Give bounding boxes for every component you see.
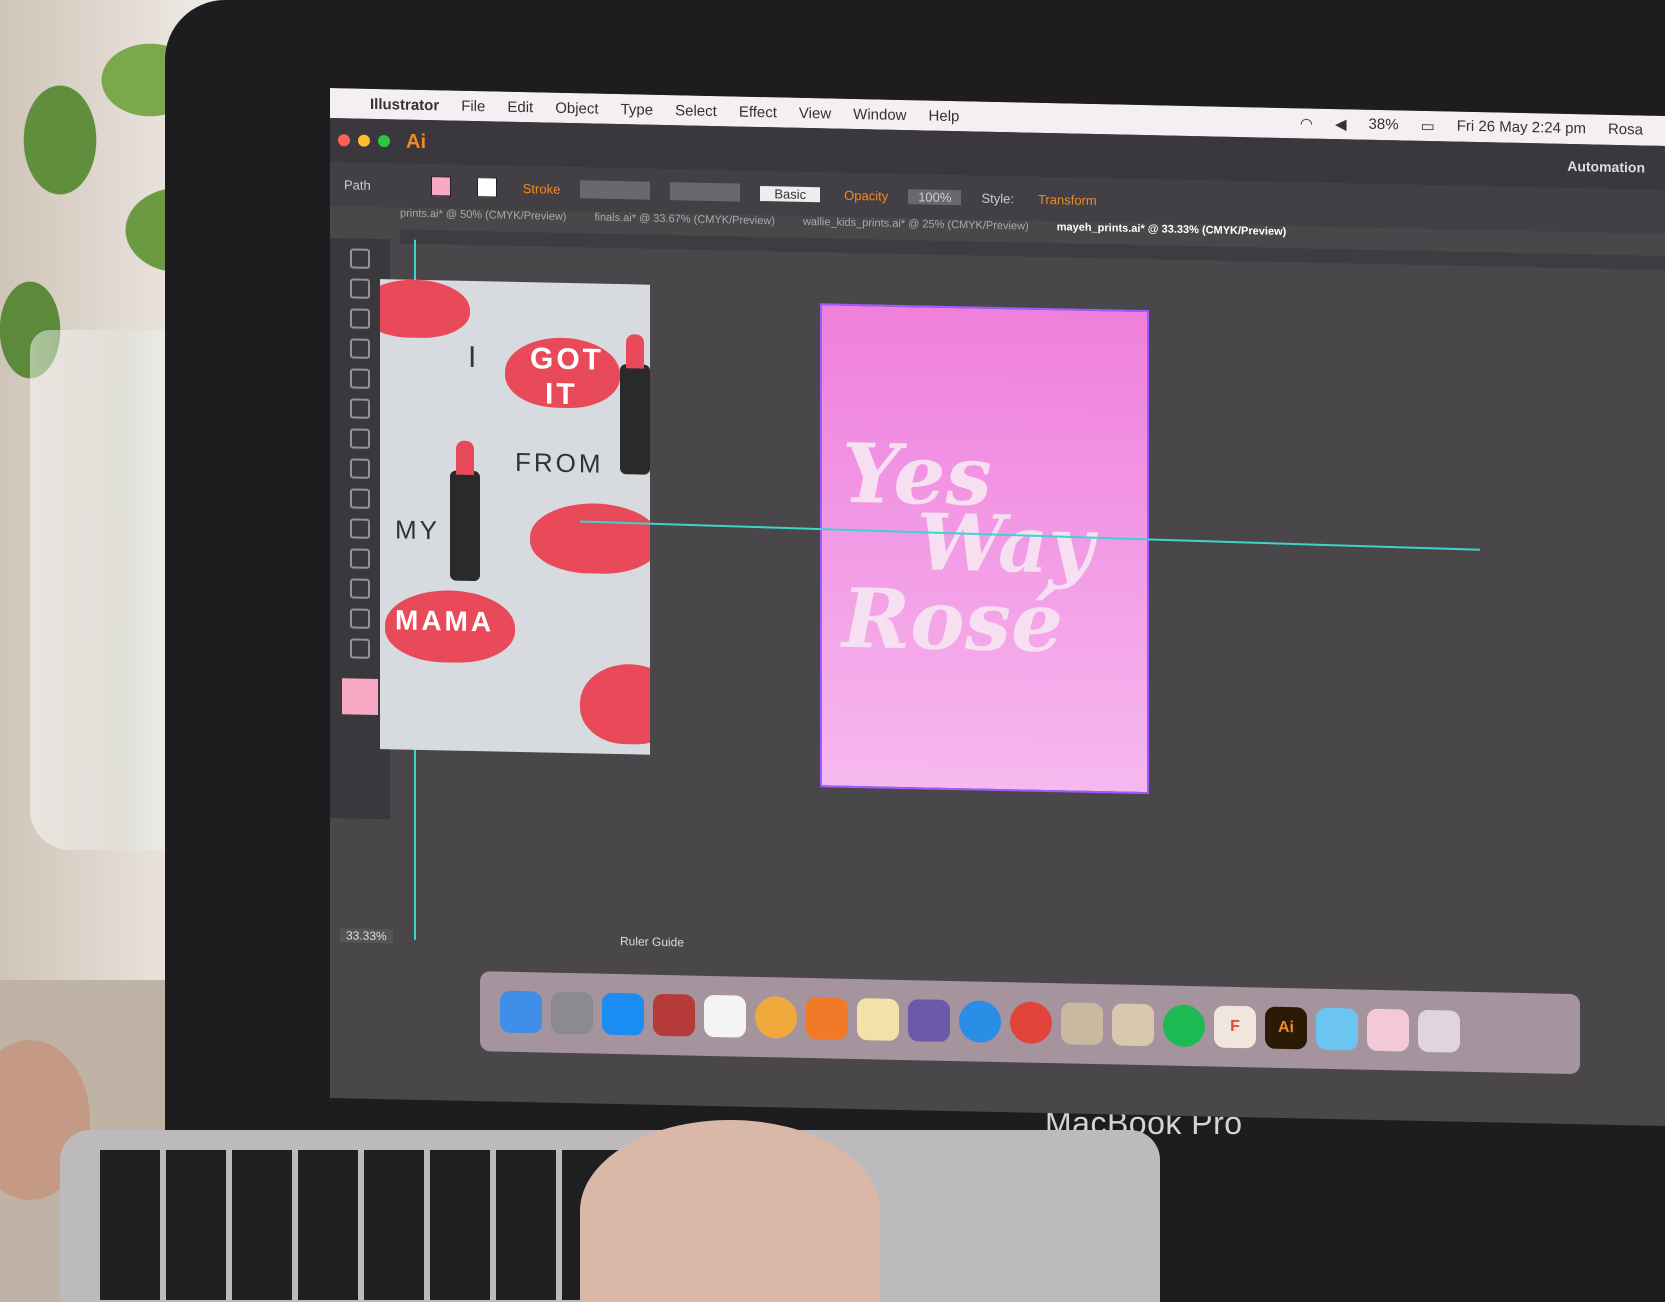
- menu-app-name[interactable]: Illustrator: [370, 95, 439, 113]
- rotate-tool-icon[interactable]: [350, 428, 370, 449]
- variable-width-field[interactable]: [670, 182, 741, 202]
- menu-window[interactable]: Window: [853, 105, 906, 123]
- photos-icon[interactable]: [755, 995, 797, 1039]
- shaper-tool-icon[interactable]: [350, 398, 370, 419]
- books-icon[interactable]: [806, 996, 848, 1040]
- eyedropper-tool-icon[interactable]: [350, 548, 370, 569]
- pen-tool-icon[interactable]: [350, 308, 370, 329]
- transform-link[interactable]: Transform: [1038, 191, 1097, 207]
- stroke-link[interactable]: Stroke: [523, 181, 561, 197]
- menu-help[interactable]: Help: [929, 107, 960, 125]
- menu-edit[interactable]: Edit: [507, 98, 533, 116]
- symbol-sprayer-tool-icon[interactable]: [350, 578, 370, 599]
- shape-builder-tool-icon[interactable]: [350, 488, 370, 509]
- opacity-link[interactable]: Opacity: [844, 187, 888, 203]
- dictionary-icon[interactable]: [653, 993, 695, 1037]
- close-window-icon[interactable]: [338, 134, 350, 147]
- lipstick-graphic: [620, 364, 650, 475]
- launchpad-icon[interactable]: [551, 991, 593, 1035]
- folder-icon[interactable]: [1316, 1007, 1358, 1051]
- lips-graphic: [380, 279, 470, 339]
- mesh-tool-icon[interactable]: [350, 518, 370, 539]
- menu-file[interactable]: File: [461, 97, 485, 115]
- notes-icon[interactable]: [857, 998, 899, 1041]
- lipstick-graphic: [450, 470, 480, 582]
- workspace-switcher[interactable]: Automation: [1567, 158, 1645, 176]
- preview-icon[interactable]: [1061, 1002, 1103, 1046]
- volume-icon[interactable]: ◀: [1335, 115, 1347, 133]
- magic-wand-tool-icon[interactable]: [350, 278, 370, 299]
- zoom-window-icon[interactable]: [378, 135, 390, 148]
- minimize-window-icon[interactable]: [358, 134, 370, 147]
- style-label: Style:: [981, 190, 1014, 206]
- user-name[interactable]: Rosa: [1608, 121, 1643, 140]
- width-tool-icon[interactable]: [350, 458, 370, 479]
- downloads-icon[interactable]: [1367, 1008, 1409, 1052]
- stroke-weight-field[interactable]: [580, 180, 651, 200]
- photos2-icon[interactable]: [1112, 1003, 1154, 1047]
- illustrator-dock-icon[interactable]: Ai: [1265, 1006, 1307, 1050]
- app-f-icon[interactable]: F: [1214, 1005, 1256, 1049]
- spotify-icon[interactable]: [1163, 1004, 1205, 1048]
- battery-percent[interactable]: 38%: [1369, 116, 1399, 135]
- finder-icon[interactable]: [500, 990, 542, 1034]
- art-text: I: [468, 340, 480, 375]
- zoom-level[interactable]: 33.33%: [340, 928, 393, 944]
- hand-tool-icon[interactable]: [350, 638, 370, 659]
- line-tool-icon[interactable]: [350, 338, 370, 359]
- wifi-icon[interactable]: ◠: [1300, 114, 1313, 132]
- right-hand: [580, 1120, 880, 1302]
- script-text: Rosé: [842, 570, 1064, 672]
- menu-type[interactable]: Type: [621, 101, 654, 119]
- clock[interactable]: Fri 26 May 2:24 pm: [1457, 118, 1586, 139]
- opacity-field[interactable]: 100%: [908, 188, 962, 205]
- fill-color-icon[interactable]: [342, 678, 378, 716]
- lips-graphic: [580, 663, 650, 746]
- selection-type-label: Path: [344, 176, 371, 193]
- music-icon[interactable]: [704, 994, 746, 1038]
- app-store-icon[interactable]: [602, 992, 644, 1036]
- menu-object[interactable]: Object: [555, 99, 598, 117]
- menu-effect[interactable]: Effect: [739, 103, 777, 121]
- stroke-swatch[interactable]: [476, 177, 497, 198]
- art-text: MAMA: [395, 604, 495, 638]
- status-text: Ruler Guide: [620, 934, 685, 950]
- quill-icon[interactable]: [908, 999, 950, 1042]
- trash-icon[interactable]: [1418, 1009, 1460, 1053]
- selection-tool-icon[interactable]: [350, 248, 370, 269]
- menu-view[interactable]: View: [799, 104, 831, 122]
- paintbrush-tool-icon[interactable]: [350, 368, 370, 389]
- artboard-tool-icon[interactable]: [350, 608, 370, 629]
- artboard-mama[interactable]: I GOT IT FROM MY MAMA: [380, 279, 650, 755]
- menu-extras: ◠ ◀ 38% ▭ Fri 26 May 2:24 pm Rosa: [1300, 114, 1665, 140]
- menu-select[interactable]: Select: [675, 102, 717, 120]
- battery-icon[interactable]: ▭: [1421, 117, 1435, 135]
- art-text: GOT: [530, 342, 604, 377]
- chrome-icon[interactable]: [1010, 1001, 1052, 1045]
- art-text: FROM: [515, 446, 604, 479]
- art-text: IT: [545, 377, 578, 412]
- safari-icon[interactable]: [959, 1000, 1001, 1044]
- artboard-yes-way-rose[interactable]: Yes Way Rosé: [820, 303, 1149, 795]
- laptop-screen: Illustrator File Edit Object Type Select…: [330, 88, 1665, 1126]
- dock: F Ai: [480, 971, 1580, 1075]
- brush-definition[interactable]: Basic: [760, 185, 821, 202]
- art-text: MY: [395, 514, 440, 546]
- lips-graphic: [530, 502, 650, 575]
- fill-swatch[interactable]: [430, 176, 451, 197]
- illustrator-logo: Ai: [406, 130, 426, 153]
